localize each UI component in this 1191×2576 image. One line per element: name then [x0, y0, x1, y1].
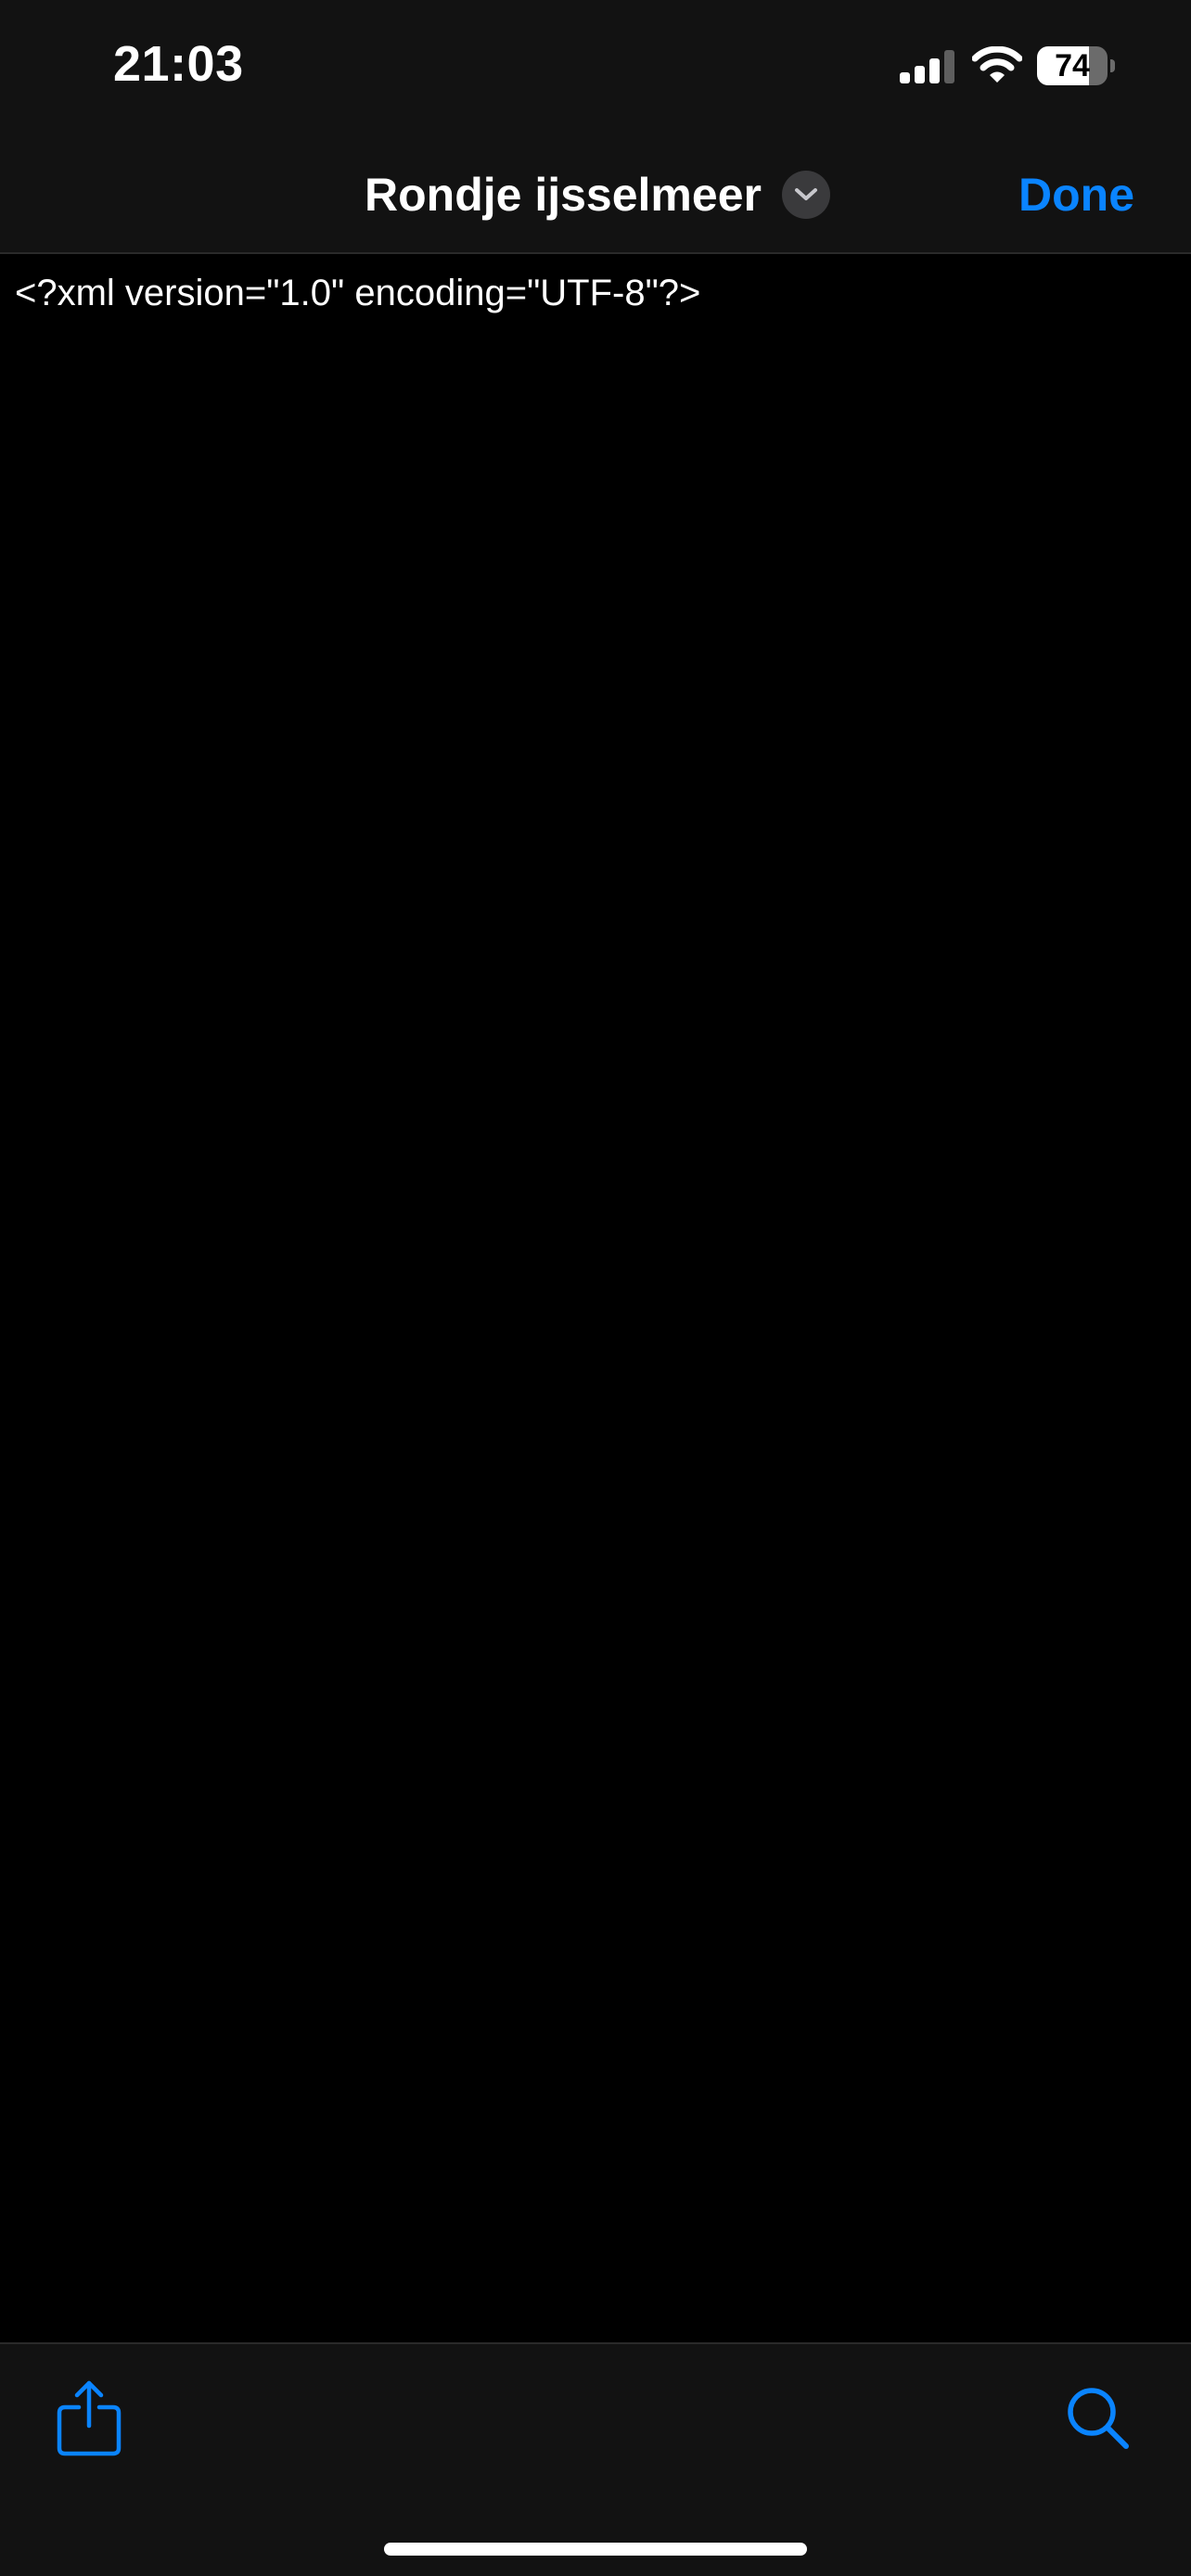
- navigation-bar: Rondje ijsselmeer Done: [0, 139, 1191, 252]
- status-bar: 21:03 74: [0, 0, 1191, 139]
- home-indicator[interactable]: [384, 2543, 807, 2556]
- status-time: 21:03: [113, 36, 244, 92]
- cellular-signal-icon: [900, 50, 954, 83]
- battery-cap: [1110, 59, 1115, 72]
- text-editor[interactable]: <?xml version="1.0" encoding="UTF-8"?>: [0, 254, 1191, 2342]
- done-button[interactable]: Done: [1018, 161, 1134, 228]
- share-icon[interactable]: [54, 2379, 124, 2457]
- chevron-down-icon[interactable]: [781, 171, 830, 219]
- wifi-icon: [972, 46, 1022, 83]
- document-title-menu[interactable]: Rondje ijsselmeer: [365, 163, 830, 226]
- battery-percentage: 74: [1055, 48, 1090, 83]
- battery-icon: 74: [1037, 46, 1115, 85]
- search-icon[interactable]: [1065, 2385, 1132, 2452]
- document-title: Rondje ijsselmeer: [365, 169, 762, 221]
- editor-line: <?xml version="1.0" encoding="UTF-8"?>: [15, 273, 701, 313]
- bottom-toolbar: [0, 2342, 1191, 2576]
- top-chrome: 21:03 74 Rondje ijsselmeer Done: [0, 0, 1191, 254]
- battery-body: 74: [1037, 46, 1108, 85]
